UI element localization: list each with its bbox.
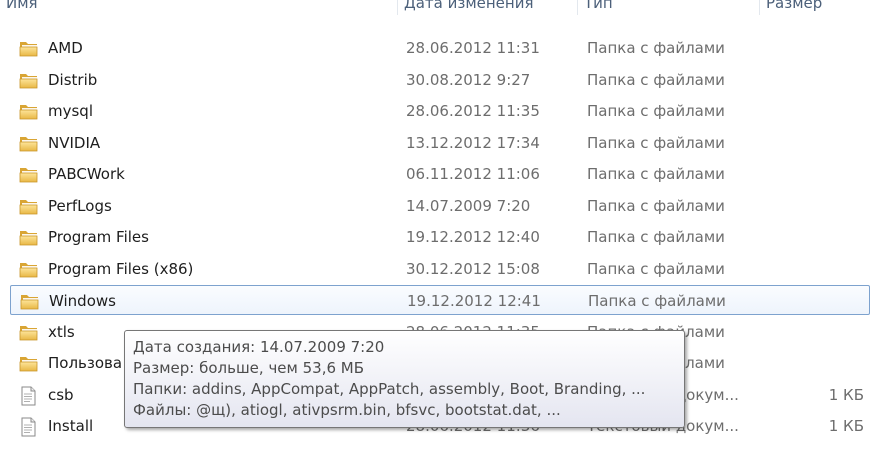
file-size: 1 КБ — [828, 417, 864, 435]
file-type: Папка с файлами — [587, 165, 725, 183]
folder-icon — [19, 197, 38, 215]
file-type: Папка с файлами — [587, 259, 725, 278]
tooltip-created: Дата создания: 14.07.2009 7:20 — [133, 338, 385, 356]
text-file-icon — [19, 386, 38, 405]
file-name: NVIDIA — [48, 133, 101, 152]
folder-icon — [19, 228, 38, 246]
file-name: xtls — [48, 322, 75, 341]
folder-icon — [19, 260, 38, 278]
file-type: Папка с файлами — [588, 292, 726, 310]
folder-row[interactable]: mysql 28.06.2012 11:35 Папка с файлами — [10, 96, 870, 126]
date-modified: 28.06.2012 11:31 — [406, 39, 540, 57]
date-modified: 14.07.2009 7:20 — [406, 196, 531, 215]
file-name: Windows — [49, 292, 116, 310]
folder-row[interactable]: Program Files 19.12.2012 12:40 Папка с фай… — [10, 222, 870, 252]
folder-icon — [19, 71, 38, 89]
date-modified: 06.11.2012 11:06 — [406, 165, 540, 183]
column-header-bar: Имя Дата изменения Тип Размер — [0, 0, 876, 15]
column-header-size[interactable]: Размер — [760, 0, 876, 15]
column-header-type[interactable]: Тип — [578, 0, 758, 15]
folder-icon — [20, 292, 39, 310]
date-modified: 13.12.2012 17:34 — [406, 133, 540, 152]
folder-icon — [19, 165, 38, 183]
file-name: Пользова — [48, 354, 123, 372]
folder-icon — [19, 323, 38, 341]
file-name: Distrib — [48, 70, 98, 89]
folder-icon — [19, 134, 38, 152]
file-name: PerfLogs — [48, 196, 112, 215]
date-modified: 19.12.2012 12:40 — [406, 228, 540, 246]
folder-row[interactable]: Windows 19.12.2012 12:41 Папка с файлами — [10, 285, 870, 315]
file-type: Папка с файлами — [587, 228, 725, 246]
file-name: Program Files — [48, 228, 149, 246]
column-header-date[interactable]: Дата изменения — [398, 0, 576, 15]
text-file-icon — [19, 417, 38, 437]
date-modified: 28.06.2012 11:35 — [406, 102, 540, 120]
folder-row[interactable]: PerfLogs 14.07.2009 7:20 Папка с файлами — [10, 191, 870, 221]
folder-row[interactable]: Program Files (x86) 30.12.2012 15:08 Папка… — [10, 254, 870, 284]
folder-row[interactable]: NVIDIA 13.12.2012 17:34 Папка с файлами — [10, 128, 870, 158]
file-name: PABCWork — [48, 165, 125, 183]
folder-info-tooltip: Дата создания: 14.07.2009 7:20 Размер: б… — [124, 330, 685, 428]
file-name: csb — [48, 385, 74, 404]
tooltip-size: Размер: больше, чем 53,6 МБ — [133, 359, 365, 377]
folder-icon — [19, 354, 38, 372]
folder-icon — [19, 39, 38, 57]
tooltip-files: Файлы: @щ), atiogl, ativpsrm.bin, bfsvc,… — [133, 401, 561, 419]
file-type: Папка с файлами — [587, 39, 725, 57]
folder-row[interactable]: AMD 28.06.2012 11:31 Папка с файлами — [10, 33, 870, 63]
file-name: Install — [48, 417, 94, 435]
file-name: mysql — [48, 102, 93, 120]
folder-row[interactable]: Distrib 30.08.2012 9:27 Папка с файлами — [10, 65, 870, 95]
file-size: 1 КБ — [828, 385, 864, 404]
file-name: Program Files (x86) — [48, 259, 194, 278]
column-header-name[interactable]: Имя — [0, 0, 396, 15]
date-modified: 19.12.2012 12:41 — [407, 292, 541, 310]
date-modified: 30.08.2012 9:27 — [406, 70, 531, 89]
folder-row[interactable]: PABCWork 06.11.2012 11:06 Папка с файлами — [10, 159, 870, 189]
file-type: Папка с файлами — [587, 102, 725, 120]
date-modified: 30.12.2012 15:08 — [406, 259, 540, 278]
file-type: Папка с файлами — [587, 196, 725, 215]
tooltip-folders: Папки: addins, AppCompat, AppPatch, asse… — [133, 380, 646, 398]
file-type: Папка с файлами — [587, 70, 725, 89]
file-type: Папка с файлами — [587, 133, 725, 152]
file-name: AMD — [48, 39, 83, 57]
folder-icon — [19, 102, 38, 120]
